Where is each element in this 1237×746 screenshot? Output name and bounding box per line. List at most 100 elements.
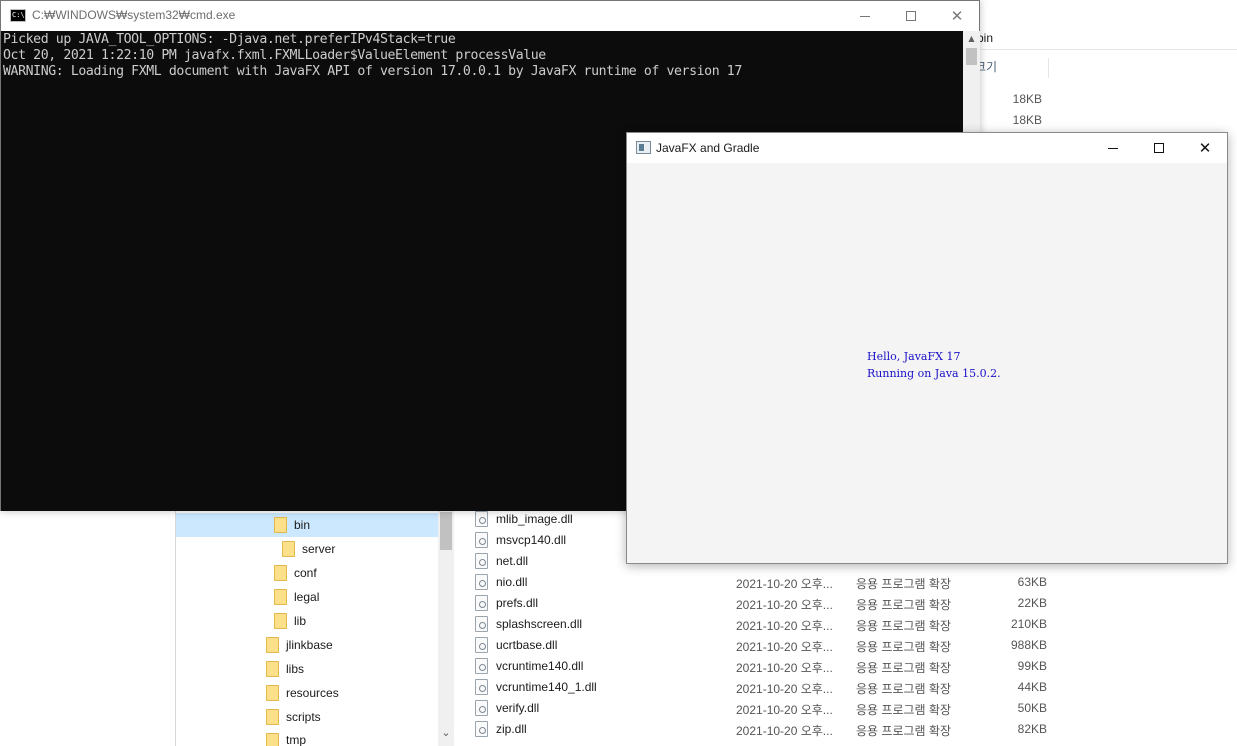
nav-item-conf[interactable]: conf — [274, 561, 317, 585]
file-size: 63KB — [1017, 575, 1047, 589]
nav-scrollbar[interactable]: ⌄ — [438, 510, 454, 746]
dll-file-icon — [475, 532, 488, 548]
file-row[interactable]: nio.dll 2021-10-20 오후... 응용 프로그램 확장 63KB — [475, 572, 1055, 593]
nav-item-label: lib — [294, 614, 307, 628]
javafx-title: JavaFX and Gradle — [656, 141, 760, 155]
nav-item-label: conf — [294, 566, 317, 580]
file-row[interactable]: zip.dll 2021-10-20 오후... 응용 프로그램 확장 82KB — [475, 719, 1055, 740]
nav-item-legal[interactable]: legal — [274, 585, 319, 609]
close-button[interactable]: ✕ — [1182, 133, 1228, 163]
file-date: 2021-10-20 오후... — [736, 661, 833, 675]
file-size: 18KB — [1012, 92, 1042, 106]
file-date: 2021-10-20 오후... — [736, 724, 833, 738]
file-size: 18KB — [1012, 113, 1042, 127]
column-separator[interactable] — [1048, 58, 1049, 78]
folder-icon — [266, 661, 279, 677]
console-line: Picked up JAVA_TOOL_OPTIONS: -Djava.net.… — [3, 32, 456, 47]
dll-file-icon — [475, 658, 488, 674]
file-row[interactable]: vcruntime140.dll 2021-10-20 오후... 응용 프로그… — [475, 656, 1055, 677]
dll-file-icon — [475, 637, 488, 653]
file-type: 응용 프로그램 확장 — [856, 724, 951, 738]
dll-file-icon — [475, 511, 488, 527]
file-row[interactable]: verify.dll 2021-10-20 오후... 응용 프로그램 확장 5… — [475, 698, 1055, 719]
file-name: msvcp140.dll — [496, 533, 567, 547]
file-name: net.dll — [496, 554, 529, 568]
nav-item-scripts[interactable]: scripts — [266, 705, 321, 729]
file-row[interactable]: ucrtbase.dll 2021-10-20 오후... 응용 프로그램 확장… — [475, 635, 1055, 656]
navigation-pane: bin server conf legal lib jlinkbase libs — [175, 510, 454, 746]
nav-item-label: bin — [294, 518, 311, 532]
file-size: 82KB — [1017, 722, 1047, 736]
scroll-up-icon[interactable]: ▲ — [963, 31, 980, 47]
file-date: 2021-10-20 오후... — [736, 682, 833, 696]
file-date: 2021-10-20 오후... — [736, 640, 833, 654]
file-type: 응용 프로그램 확장 — [856, 640, 951, 654]
folder-icon — [266, 709, 279, 725]
folder-icon — [266, 637, 279, 653]
folder-icon — [274, 589, 287, 605]
minimize-button[interactable] — [1090, 133, 1136, 163]
file-type: 응용 프로그램 확장 — [856, 703, 951, 717]
maximize-button[interactable] — [888, 1, 934, 31]
javafx-titlebar[interactable]: JavaFX and Gradle ✕ — [627, 133, 1227, 163]
file-date: 2021-10-20 오후... — [736, 577, 833, 591]
file-name: vcruntime140_1.dll — [496, 680, 597, 694]
minimize-icon — [860, 15, 870, 17]
console-line: WARNING: Loading FXML document with Java… — [3, 64, 742, 79]
file-type: 응용 프로그램 확장 — [856, 619, 951, 633]
folder-icon — [282, 541, 295, 557]
file-row[interactable]: splashscreen.dll 2021-10-20 오후... 응용 프로그… — [475, 614, 1055, 635]
nav-item-server[interactable]: server — [282, 537, 335, 561]
file-row[interactable]: vcruntime140_1.dll 2021-10-20 오후... 응용 프… — [475, 677, 1055, 698]
minimize-button[interactable] — [842, 1, 888, 31]
file-size: 99KB — [1017, 659, 1047, 673]
dll-file-icon — [475, 700, 488, 716]
javafx-app-icon — [636, 141, 651, 154]
nav-item-lib[interactable]: lib — [274, 609, 306, 633]
file-name: zip.dll — [496, 722, 527, 736]
file-name: nio.dll — [496, 575, 528, 589]
dll-file-icon — [475, 679, 488, 695]
nav-item-resources[interactable]: resources — [266, 681, 339, 705]
minimize-icon — [1108, 147, 1118, 149]
file-type: 응용 프로그램 확장 — [856, 682, 951, 696]
folder-icon — [266, 733, 279, 746]
file-size: 44KB — [1017, 680, 1047, 694]
address-bar[interactable]: bin — [975, 28, 1237, 50]
maximize-icon — [906, 11, 916, 21]
file-type: 응용 프로그램 확장 — [856, 598, 951, 612]
file-name: prefs.dll — [496, 596, 539, 610]
cmd-icon: C:\ — [10, 9, 26, 22]
cmd-titlebar[interactable]: C:\ C:₩WINDOWS₩system32₩cmd.exe ✕ — [1, 1, 979, 31]
close-icon: ✕ — [1198, 139, 1212, 157]
file-size: 988KB — [1010, 638, 1047, 652]
file-size: 210KB — [1010, 617, 1047, 631]
nav-item-bin[interactable]: bin — [176, 513, 438, 537]
nav-item-label: tmp — [286, 733, 307, 746]
scrollbar-thumb[interactable] — [966, 48, 977, 65]
nav-item-tmp[interactable]: tmp — [266, 729, 306, 746]
file-type: 응용 프로그램 확장 — [856, 577, 951, 591]
maximize-icon — [1154, 143, 1164, 153]
nav-item-jlinkbase[interactable]: jlinkbase — [266, 633, 333, 657]
file-date: 2021-10-20 오후... — [736, 619, 833, 633]
nav-item-libs[interactable]: libs — [266, 657, 304, 681]
maximize-button[interactable] — [1136, 133, 1182, 163]
close-icon: ✕ — [950, 7, 964, 25]
dll-file-icon — [475, 616, 488, 632]
nav-item-label: server — [302, 542, 336, 556]
hello-label: Hello, JavaFX 17 Running on Java 15.0.2. — [867, 348, 1001, 382]
dll-file-icon — [475, 574, 488, 590]
dll-file-icon — [475, 721, 488, 737]
nav-item-label: scripts — [286, 710, 321, 724]
chevron-down-icon[interactable]: ⌄ — [440, 726, 452, 740]
file-name: ucrtbase.dll — [496, 638, 558, 652]
nav-item-label: libs — [286, 662, 305, 676]
scrollbar-thumb[interactable] — [440, 512, 452, 550]
hello-line: Hello, JavaFX 17 — [867, 350, 961, 363]
nav-item-label: legal — [294, 590, 320, 604]
close-button[interactable]: ✕ — [934, 1, 980, 31]
file-row[interactable]: prefs.dll 2021-10-20 오후... 응용 프로그램 확장 22… — [475, 593, 1055, 614]
dll-file-icon — [475, 553, 488, 569]
javafx-window[interactable]: JavaFX and Gradle ✕ Hello, JavaFX 17 Run… — [626, 132, 1228, 564]
